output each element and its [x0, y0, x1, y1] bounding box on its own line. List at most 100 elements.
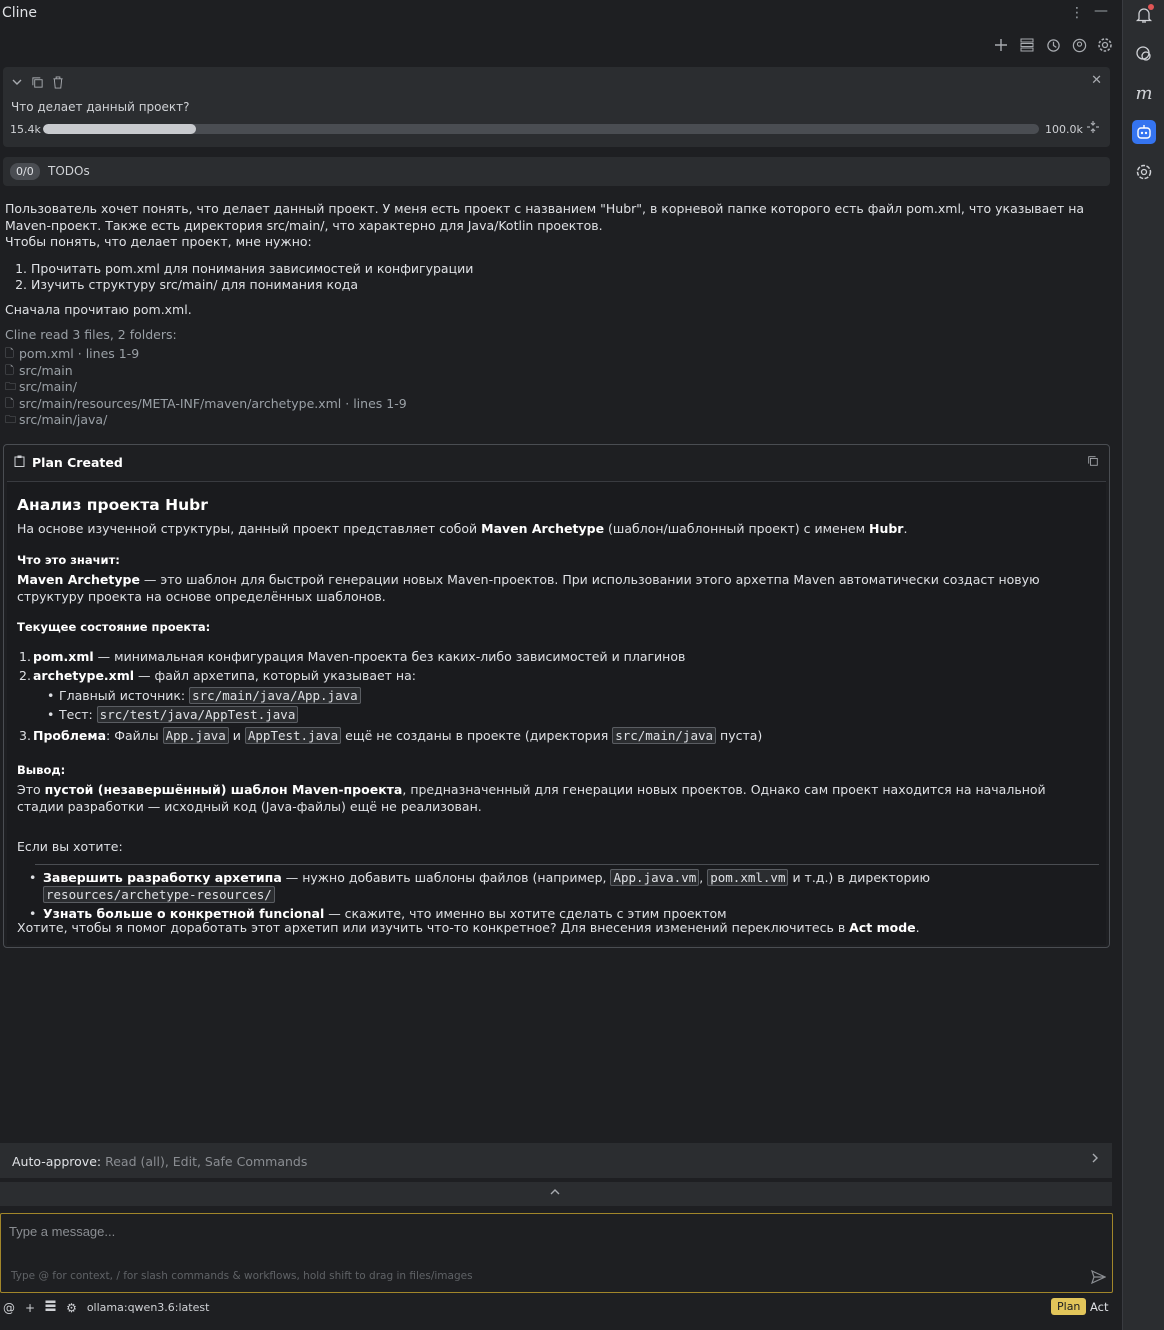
- chevron-down-icon[interactable]: [11, 76, 23, 93]
- file-icon: 🗋: [5, 363, 14, 377]
- tokens-used: 15.4k: [10, 123, 41, 136]
- toolbar: [992, 36, 1114, 56]
- ai-chat-icon[interactable]: [1132, 42, 1156, 66]
- assistant-message: Пользователь хочет понять, что делает да…: [5, 201, 1110, 318]
- message-paragraph: Чтобы понять, что делает проект, мне нуж…: [5, 234, 312, 249]
- bottom-tools: @ + ⚙ ollama:qwen3.6:latest: [3, 1300, 209, 1315]
- list-item: 1. pom.xml — минимальная конфигурация Mav…: [19, 649, 686, 664]
- section-heading: Что это значит:: [17, 553, 120, 567]
- list-item: • Тест: src/test/java/AppTest.java: [17, 706, 1087, 723]
- panel-title: Cline: [2, 5, 38, 21]
- file-read-item[interactable]: 🗋 src/main/resources/META-INF/maven/arche…: [5, 396, 1110, 413]
- message-paragraph: Пользователь хочет понять, что делает да…: [5, 201, 1085, 233]
- auto-approve-value: Read (all), Edit, Safe Commands: [105, 1154, 308, 1169]
- folder-icon: 🗀: [5, 380, 16, 394]
- title-bar: Cline ⋮ —: [0, 0, 1122, 28]
- send-icon[interactable]: [1090, 1269, 1107, 1288]
- history-icon[interactable]: [1044, 36, 1062, 54]
- list-item: • Завершить разработку архетипа — нужно д…: [29, 869, 931, 903]
- section-heading: Текущее состояние проекта:: [17, 620, 211, 634]
- notifications-bell-icon[interactable]: [1132, 3, 1156, 27]
- input-hint: Type @ for context, / for slash commands…: [11, 1270, 473, 1282]
- at-mention-icon[interactable]: @: [3, 1301, 15, 1315]
- plan-header-title: Plan Created: [32, 455, 123, 470]
- files-read-header: Cline read 3 files, 2 folders:: [5, 327, 177, 342]
- todos-bar[interactable]: 0/0 TODOs: [3, 157, 1110, 186]
- cline-robot-icon[interactable]: [1132, 120, 1156, 144]
- options-list: • Завершить разработку архетипа — нужно д…: [17, 869, 1087, 922]
- task-question: Что делает данный проект?: [11, 100, 190, 114]
- folder-read-label: src/main/: [19, 379, 77, 395]
- openai-plugin-icon[interactable]: [1132, 160, 1156, 184]
- plan-mode-button[interactable]: Plan: [1051, 1298, 1087, 1315]
- settings-gear-icon[interactable]: [1096, 36, 1114, 54]
- list-item: Изучить структуру src/main/ для понимани…: [31, 277, 1110, 294]
- files-read-list: Cline read 3 files, 2 folders: 🗋 pom.xml …: [5, 327, 1110, 429]
- file-icon: 🗋: [5, 347, 14, 360]
- notification-dot: [1148, 4, 1154, 10]
- plan-header: Plan Created: [4, 445, 1109, 480]
- close-icon[interactable]: ✕: [1091, 73, 1102, 88]
- context-progress-bar: [43, 124, 1039, 134]
- add-icon[interactable]: +: [25, 1301, 35, 1315]
- message-input[interactable]: [9, 1224, 1099, 1246]
- todos-label: TODOs: [48, 164, 90, 178]
- plan-content: Анализ проекта Hubr На основе изученной …: [7, 481, 1106, 945]
- minimize-icon[interactable]: —: [1094, 3, 1108, 19]
- copy-icon[interactable]: [31, 76, 44, 93]
- account-icon[interactable]: [1070, 36, 1088, 54]
- mcp-servers-icon[interactable]: [1018, 36, 1036, 54]
- folder-read-item[interactable]: 🗀 src/main/java/: [5, 412, 1110, 429]
- plan-created-card: Plan Created Анализ проекта Hubr На осно…: [3, 444, 1110, 948]
- mcp-servers-icon[interactable]: [45, 1300, 56, 1315]
- more-options-icon[interactable]: ⋮: [1070, 5, 1084, 21]
- copy-plan-icon[interactable]: [1087, 455, 1099, 470]
- plan-title: Анализ проекта Hubr: [17, 496, 208, 514]
- delete-trash-icon[interactable]: [52, 76, 64, 93]
- bottom-bar: @ + ⚙ ollama:qwen3.6:latest: [0, 1297, 1122, 1319]
- task-actions: [11, 76, 64, 93]
- model-selector[interactable]: ollama:qwen3.6:latest: [87, 1301, 210, 1314]
- if-you-want: Если вы хотите:: [17, 839, 123, 854]
- list-item: 3. Проблема: Файлы App.java и AppTest.jav…: [19, 727, 763, 744]
- list-item: • Главный источник: src/main/java/App.jav…: [17, 687, 1087, 704]
- model-provider-icon: ⚙: [66, 1300, 77, 1315]
- compress-context-icon[interactable]: [1086, 120, 1100, 138]
- cline-panel: Cline ⋮ — ✕ Что делает данный проект? 15…: [0, 0, 1122, 1330]
- file-read-label: pom.xml · lines 1-9: [19, 346, 140, 361]
- chevron-up-icon[interactable]: [549, 1186, 561, 1202]
- message-paragraph: Сначала прочитаю pom.xml.: [5, 301, 192, 317]
- auto-approve-label: Auto-approve: Read (all), Edit, Safe Com…: [12, 1154, 308, 1169]
- file-icon: 🗋: [5, 396, 14, 410]
- right-tool-strip: m: [1122, 0, 1164, 1330]
- context-progress-fill: [43, 124, 197, 134]
- state-list: 1. pom.xml — минимальная конфигурация Mav…: [17, 648, 1087, 744]
- file-read-label: src/main/resources/META-INF/maven/archet…: [19, 395, 407, 411]
- folder-read-item[interactable]: 🗀 src/main/: [5, 379, 1110, 396]
- task-header: ✕ Что делает данный проект? 15.4k 100.0k: [3, 67, 1110, 147]
- todo-count-badge: 0/0: [10, 163, 40, 180]
- act-mode-button[interactable]: Act: [1090, 1300, 1109, 1314]
- plan-meaning: Maven Archetype — это шаблон для быстрой…: [17, 572, 1040, 604]
- m-plugin-icon[interactable]: m: [1132, 81, 1156, 105]
- clipboard-icon: [14, 455, 25, 470]
- message-input-box: Type @ for context, / for slash commands…: [0, 1213, 1113, 1293]
- file-read-label: src/main: [19, 362, 73, 378]
- plan-outro: Хотите, чтобы я помог доработать этот ар…: [17, 920, 920, 935]
- file-read-item[interactable]: 🗋 src/main: [5, 363, 1110, 380]
- plan-intro: На основе изученной структуры, данный пр…: [17, 521, 908, 536]
- chevron-right-icon[interactable]: [1090, 1152, 1100, 1168]
- steps-list: Прочитать pom.xml для понимания зависимо…: [31, 261, 1110, 294]
- new-task-icon[interactable]: [992, 36, 1010, 54]
- plan-conclusion: Это пустой (незавершённый) шаблон Maven-…: [17, 782, 1046, 814]
- file-read-item[interactable]: 🗋 pom.xml · lines 1-9: [5, 346, 1110, 363]
- auto-approve-bar[interactable]: Auto-approve: Read (all), Edit, Safe Com…: [0, 1143, 1112, 1178]
- folder-icon: 🗀: [5, 413, 16, 427]
- list-item: 2. archetype.xml — файл архетипа, который…: [19, 668, 416, 683]
- section-heading: Вывод:: [17, 763, 66, 777]
- divider: [35, 864, 1099, 865]
- tokens-max: 100.0k: [1045, 123, 1083, 136]
- list-item: Прочитать pom.xml для понимания зависимо…: [31, 261, 1110, 278]
- folder-read-label: src/main/java/: [19, 412, 108, 428]
- expand-toggle[interactable]: [0, 1182, 1112, 1206]
